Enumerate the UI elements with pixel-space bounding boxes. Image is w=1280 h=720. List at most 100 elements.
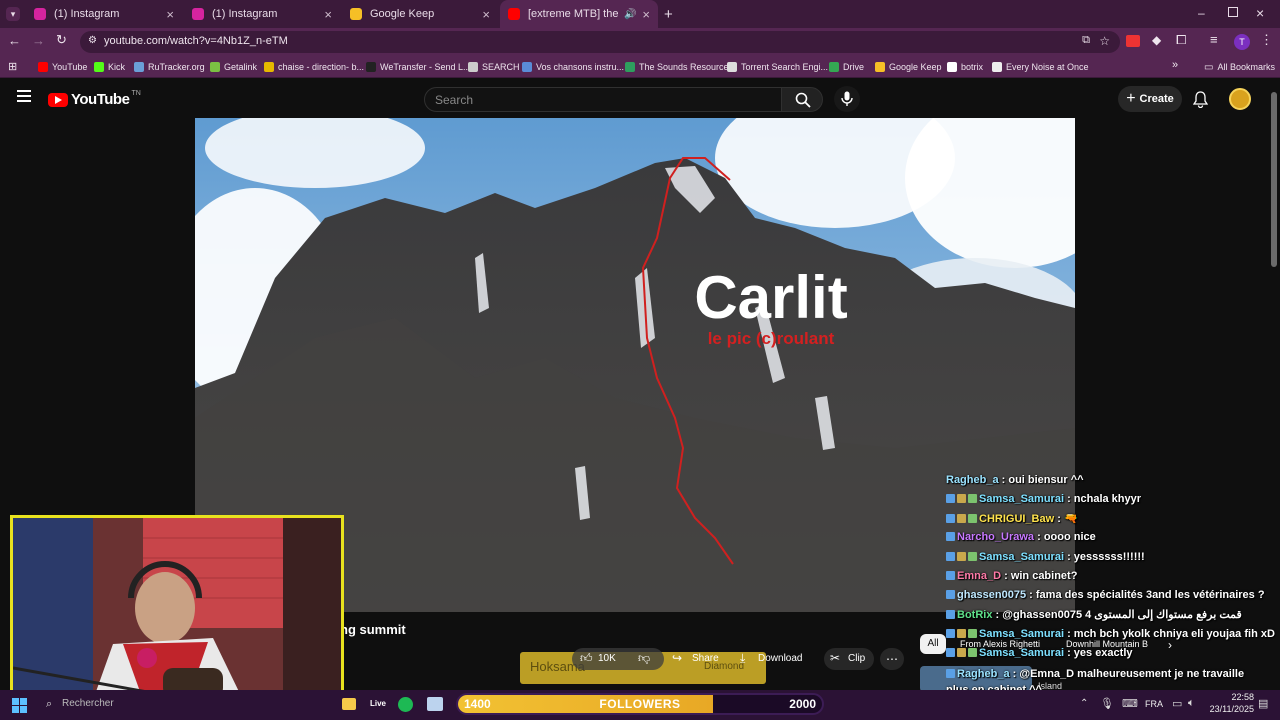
close-tab-icon[interactable]: × (166, 7, 174, 22)
chat-username[interactable]: ghassen0075 (957, 589, 1026, 601)
show-hidden-icons[interactable]: ⌃ (1080, 698, 1088, 709)
bookmark-item[interactable]: YouTube (38, 59, 87, 75)
spotify-icon[interactable] (398, 697, 413, 712)
bookmark-item[interactable]: Kick (94, 59, 125, 75)
search-button[interactable] (781, 87, 823, 112)
chat-text: : yes exactly (1067, 647, 1133, 659)
reading-list-icon[interactable]: ≡ (1210, 32, 1218, 47)
notifications-bell-icon[interactable] (1193, 91, 1208, 108)
chat-username[interactable]: Emna_D (957, 570, 1001, 582)
bookmark-item[interactable]: botrix (947, 59, 983, 75)
browser-menu-icon[interactable]: ⋮ (1260, 32, 1273, 48)
extension-icon[interactable]: ◆ (1152, 33, 1161, 47)
chat-username[interactable]: CHRIGUI_Baw (979, 513, 1054, 525)
bookmark-item[interactable]: Vos chansons instru... (522, 59, 624, 75)
minimize-icon[interactable]: – (1198, 6, 1205, 20)
chat-username[interactable]: Ragheb_a (957, 668, 1010, 680)
apps-grid-icon[interactable]: ⊞ (8, 60, 17, 73)
video-subtitle-overlay: le pic (c)roulant (708, 329, 835, 348)
create-button[interactable]: + Create (1118, 86, 1182, 112)
bookmark-item[interactable]: chaise - direction- b... (264, 59, 364, 75)
chat-username[interactable]: Ragheb_a (946, 474, 999, 486)
taskbar-search-input[interactable]: Rechercher (62, 698, 114, 709)
new-tab-icon[interactable]: + (664, 6, 673, 23)
address-bar[interactable]: ⚙ youtube.com/watch?v=4Nb1Z_n-eTM ⧉ ☆ (80, 31, 1120, 53)
bookmark-label: YouTube (52, 62, 88, 72)
chat-username[interactable]: Samsa_Samurai (979, 551, 1064, 563)
clip-button[interactable]: ✂ Clip (824, 648, 874, 670)
all-bookmarks-folder[interactable]: ▭ All Bookmarks (1204, 59, 1275, 75)
bookmark-item[interactable]: Every Noise at Once (992, 59, 1089, 75)
chat-username[interactable]: Samsa_Samurai (979, 628, 1064, 640)
tab-youtube-active[interactable]: [extreme MTB] the Carlit pe 🔊 × (500, 0, 658, 28)
chat-message: ghassen0075 : fama des spécialités 3and … (946, 589, 1265, 601)
tab-instagram-2[interactable]: (1) Instagram × (184, 0, 340, 28)
maximize-icon[interactable] (1228, 7, 1238, 17)
chat-username[interactable]: Samsa_Samurai (979, 647, 1064, 659)
search-placeholder: Search (435, 93, 474, 107)
streamer-webcam (10, 515, 344, 703)
search-input[interactable]: Search (424, 87, 782, 112)
cast-icon[interactable]: ⧉ (1082, 34, 1090, 47)
audio-playing-icon[interactable]: 🔊 (624, 9, 636, 20)
bookmark-star-icon[interactable]: ☆ (1099, 34, 1110, 48)
youtube-logo[interactable]: YouTube TN (48, 90, 141, 108)
taskbar-search-icon[interactable]: ⌕ (46, 698, 52, 711)
language-indicator[interactable]: FRA (1145, 699, 1163, 709)
browser-toolbar: ← → ↻ ⚙ youtube.com/watch?v=4Nb1Z_n-eTM … (0, 28, 1280, 56)
file-explorer-icon[interactable] (342, 698, 356, 710)
chat-text: : oooo nice (1037, 531, 1096, 543)
close-tab-icon[interactable]: × (324, 7, 332, 22)
voice-search-button[interactable] (834, 86, 860, 112)
profile-avatar[interactable]: T (1234, 34, 1250, 50)
bookmark-item[interactable]: Drive (829, 59, 864, 75)
more-actions-icon[interactable]: ⋯ (880, 648, 904, 670)
tab-title: [extreme MTB] the Carlit pe (528, 8, 620, 20)
bookmark-item[interactable]: WeTransfer - Send L... (366, 59, 471, 75)
bookmark-item[interactable]: SEARCH (468, 59, 520, 75)
photos-app-icon[interactable] (427, 697, 443, 711)
chevron-right-icon[interactable]: › (1168, 638, 1172, 652)
windows-start-icon[interactable] (12, 698, 28, 714)
tab-search-button[interactable]: ▾ (6, 7, 20, 21)
filter-chip-all[interactable]: All (920, 634, 946, 654)
close-tab-icon[interactable]: × (482, 7, 490, 22)
network-icon[interactable]: ▭ (1172, 697, 1182, 710)
like-icon[interactable]: 👍︎ (580, 651, 593, 666)
live-app-icon[interactable]: Live (370, 699, 386, 708)
bookmark-item[interactable]: The Sounds Resource (625, 59, 729, 75)
clock-date[interactable]: 23/11/2025 (1200, 704, 1254, 714)
reload-icon[interactable]: ↻ (56, 32, 67, 48)
notifications-icon[interactable]: ▤ (1258, 697, 1268, 710)
site-info-icon[interactable]: ⚙ (88, 35, 97, 46)
volume-icon[interactable]: 🔈︎ (1188, 697, 1195, 710)
dislike-icon[interactable]: 👎︎ (638, 651, 650, 666)
tab-instagram-1[interactable]: (1) Instagram × (26, 0, 182, 28)
close-window-icon[interactable]: × (1256, 5, 1264, 21)
chat-badge-icon (968, 629, 977, 638)
more-bookmarks-icon[interactable]: » (1172, 59, 1178, 71)
share-button[interactable]: ↪ Share (668, 648, 728, 670)
clock-time[interactable]: 22:58 (1212, 692, 1254, 702)
keyboard-icon[interactable]: ⌨ (1122, 697, 1138, 710)
microphone-tray-icon[interactable]: 🎙︎ (1100, 697, 1114, 710)
chat-username[interactable]: Samsa_Samurai (979, 493, 1064, 505)
account-avatar[interactable] (1229, 88, 1251, 110)
bookmark-item[interactable]: Torrent Search Engi... (727, 59, 828, 75)
bookmark-favicon-icon (727, 62, 737, 72)
bookmark-item[interactable]: Getalink (210, 59, 257, 75)
forward-icon[interactable]: → (32, 33, 45, 48)
bookmark-item[interactable]: Google Keep (875, 59, 942, 75)
back-icon[interactable]: ← (8, 33, 21, 48)
tab-google-keep[interactable]: Google Keep × (342, 0, 498, 28)
chat-username[interactable]: BotRix (957, 609, 992, 621)
guide-menu-icon[interactable] (17, 90, 31, 102)
page-scrollbar[interactable] (1271, 92, 1277, 267)
download-button[interactable]: ⤓ Download (736, 648, 816, 670)
chat-username[interactable]: Narcho_Urawa (957, 531, 1034, 543)
adblock-extension-icon[interactable] (1126, 35, 1140, 47)
close-tab-icon[interactable]: × (642, 7, 650, 22)
bookmark-item[interactable]: RuTracker.org (134, 59, 205, 75)
chat-text: : yessssss!!!!!! (1067, 551, 1145, 563)
extensions-puzzle-icon[interactable]: ⧠ (1176, 32, 1186, 48)
